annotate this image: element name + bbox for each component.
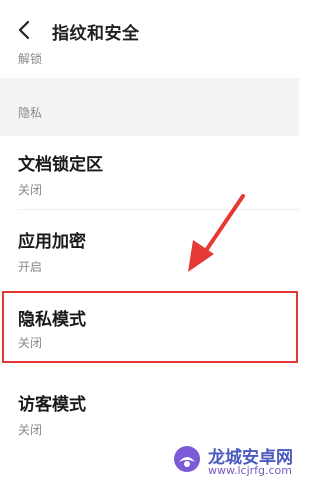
setting-title: 应用加密 — [18, 232, 86, 252]
back-button[interactable] — [12, 16, 36, 44]
setting-title: 文档锁定区 — [18, 155, 103, 175]
header-bar: 指纹和安全 解锁 — [0, 0, 299, 66]
setting-item-app-encryption[interactable]: 应用加密 开启 — [0, 213, 299, 299]
watermark-logo-icon — [174, 446, 200, 472]
divider — [18, 209, 299, 210]
setting-status: 关闭 — [18, 423, 43, 437]
page-title: 指纹和安全 — [52, 24, 140, 44]
setting-status: 关闭 — [18, 183, 43, 197]
back-icon — [18, 20, 30, 40]
previous-item-status: 解锁 — [18, 52, 43, 66]
section-divider — [0, 78, 299, 136]
setting-status: 开启 — [18, 260, 43, 274]
highlight-box — [2, 291, 298, 363]
section-label-privacy: 隐私 — [18, 106, 43, 120]
watermark-url: www.lcjrfg.com — [208, 464, 293, 477]
setting-title: 访客模式 — [18, 395, 86, 415]
watermark: 龙城安卓网 www.lcjrfg.com — [168, 440, 299, 481]
